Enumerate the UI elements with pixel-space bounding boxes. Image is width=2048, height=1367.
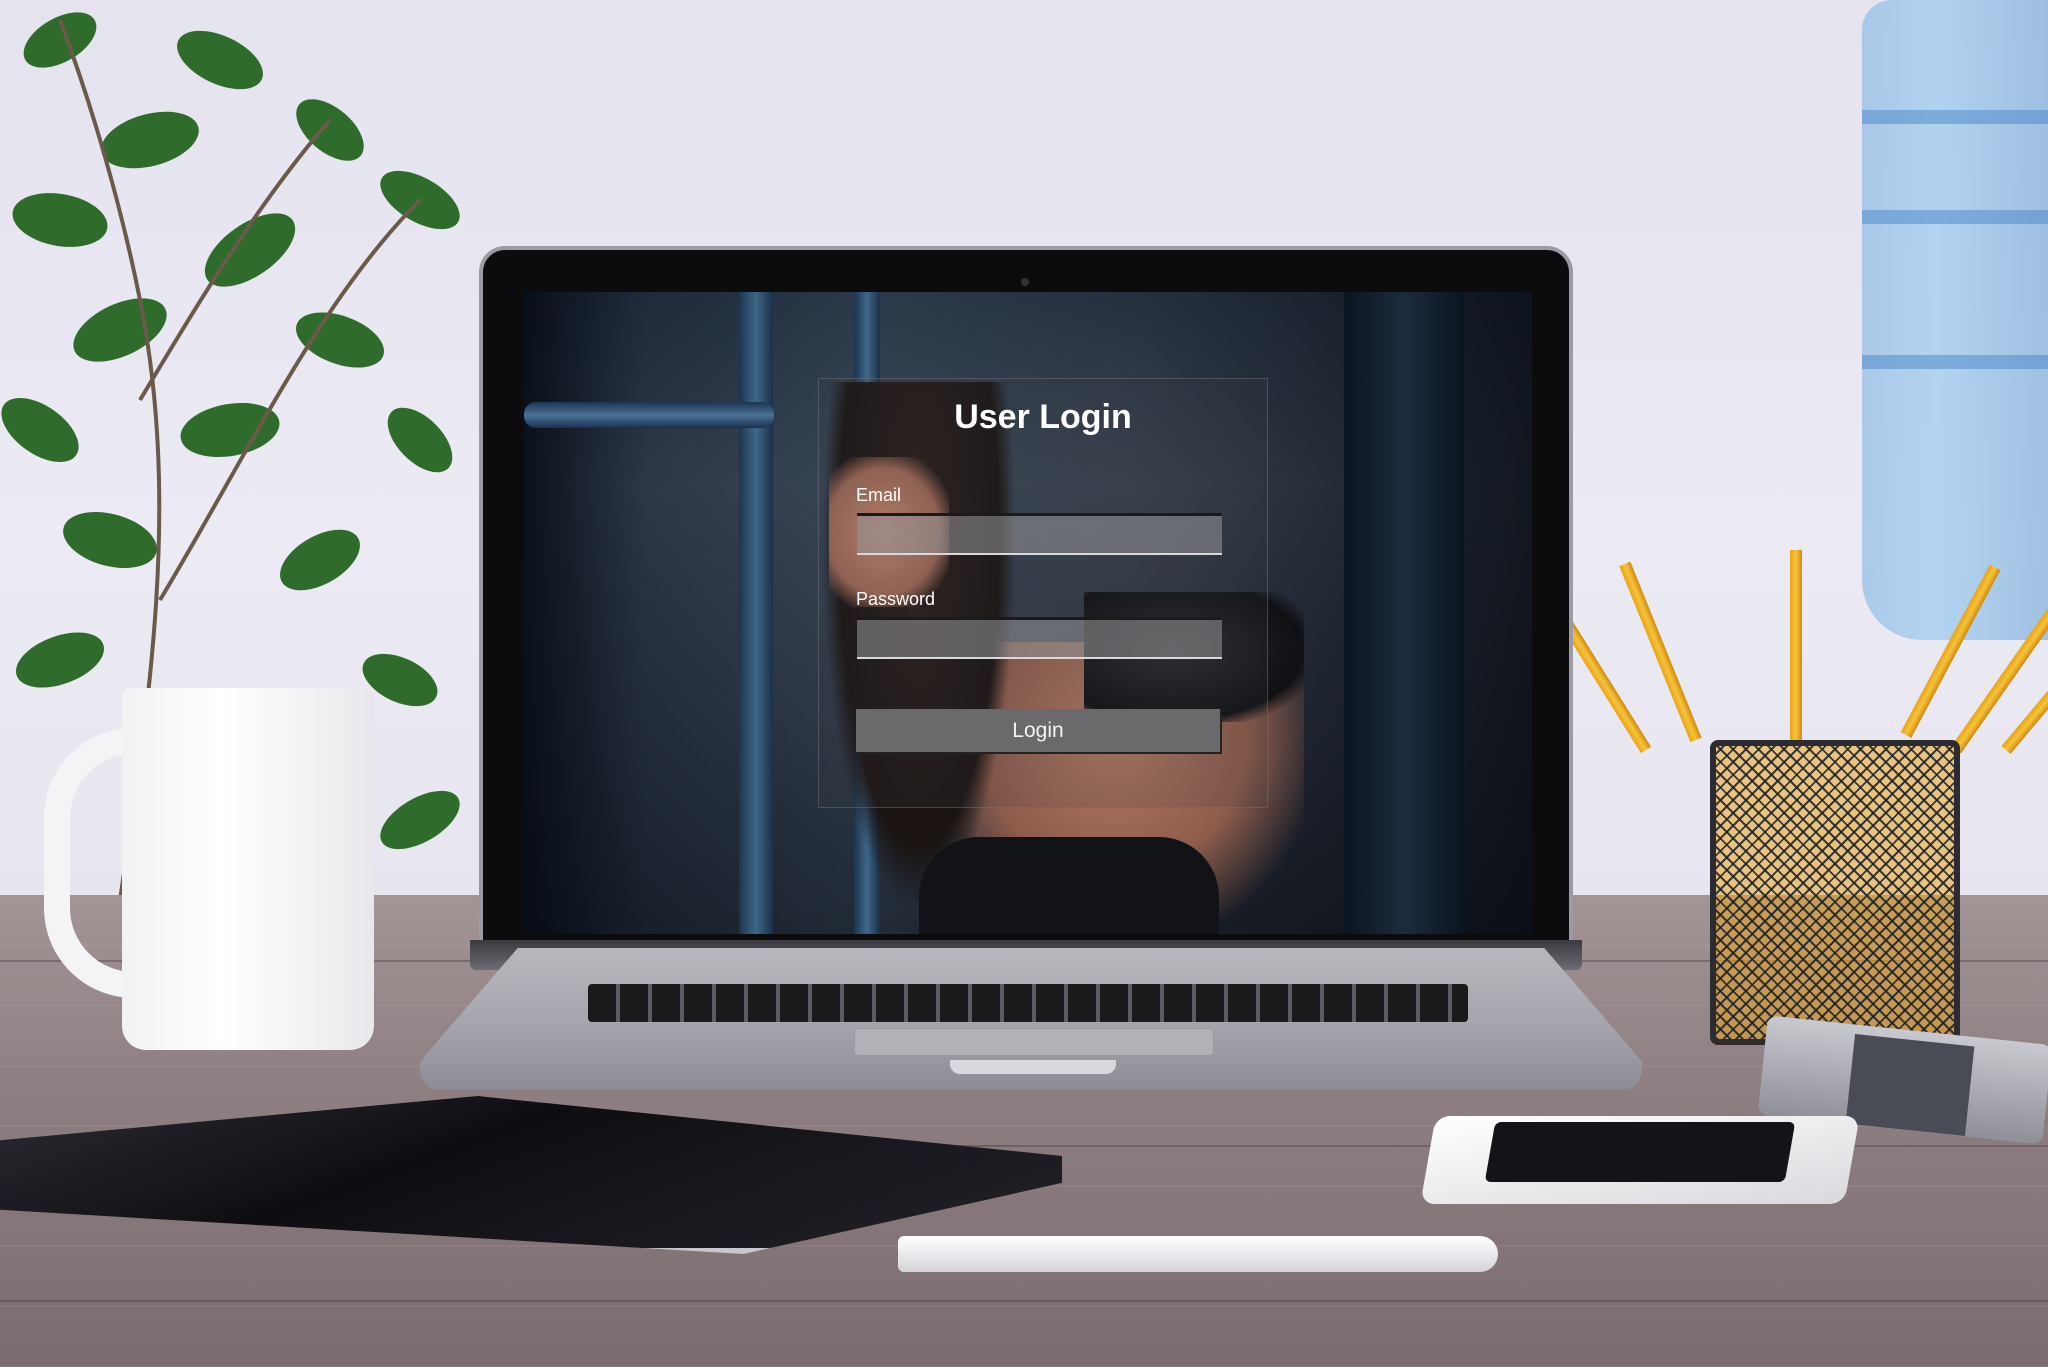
gym-rack-pillar (739, 292, 773, 934)
bottle-ring (1862, 110, 2048, 124)
bottle-ring (1862, 355, 2048, 369)
login-title: User Login (954, 398, 1132, 436)
password-label: Password (856, 589, 936, 609)
athlete-top (919, 837, 1219, 934)
laptop-trackpad (854, 1028, 1214, 1056)
smartphone-screen (1484, 1122, 1796, 1182)
notebook-band (1845, 1033, 1975, 1137)
email-label: Email (856, 485, 902, 505)
webcam-icon (1021, 278, 1029, 286)
coffee-mug (122, 688, 374, 1050)
workspace-photo: User Login Email Password Login (0, 0, 2048, 1367)
gym-bar (524, 402, 774, 428)
pencil-holder (1710, 740, 1960, 1045)
pencil (1790, 550, 1802, 740)
gym-rack-pillar (1344, 292, 1464, 934)
email-field[interactable] (857, 513, 1222, 555)
desk-grain (0, 1300, 2048, 1302)
password-field[interactable] (857, 617, 1222, 659)
laptop-keyboard (588, 984, 1468, 1022)
pen (898, 1236, 1498, 1272)
laptop-notch (950, 1060, 1116, 1074)
bottle-ring (1862, 210, 2048, 224)
login-button[interactable]: Login (856, 709, 1222, 754)
water-bottle (1862, 0, 2048, 640)
